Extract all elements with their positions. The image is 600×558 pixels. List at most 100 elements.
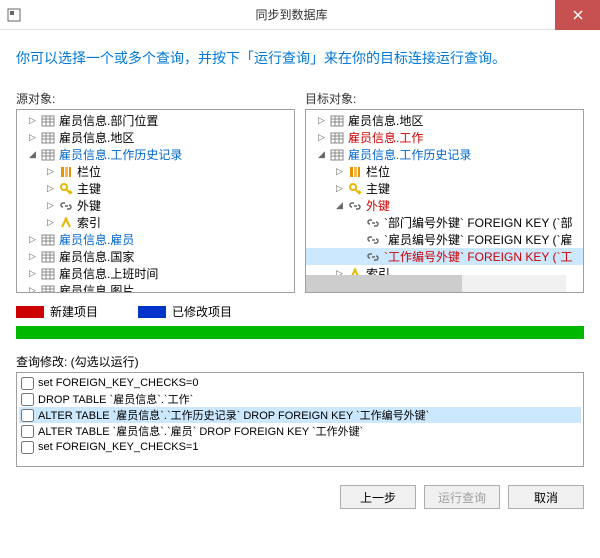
tree-item[interactable]: ▷ 雇员信息.雇员 [17,231,294,248]
tree-item-label: 索引 [77,214,101,231]
tree-item[interactable]: ▷ 雇员信息.地区 [17,129,294,146]
target-tree[interactable]: ▷雇员信息.地区▷雇员信息.工作◢雇员信息.工作历史记录▷栏位▷主键◢外键`部门… [305,109,584,293]
target-label: 目标对象: [305,90,584,107]
tree-item[interactable]: ▷ 索引 [17,214,294,231]
tree-item[interactable]: ▷雇员信息.部门位置 [17,112,294,129]
tree-item-label: 雇员信息.国家 [59,248,134,265]
table-icon [40,266,56,282]
expander-icon[interactable]: ▷ [27,132,38,143]
tree-item-label: 雇员信息.地区 [59,129,134,146]
tree-item-label: 雇员信息.雇员 [59,231,134,248]
table-icon [329,147,345,163]
table-icon [40,232,56,248]
tree-item-label: `工作编号外键` FOREIGN KEY (`工 [384,248,572,265]
tree-item[interactable]: ◢ 雇员信息.工作历史记录 [17,146,294,163]
expander-icon[interactable]: ◢ [27,149,38,160]
tree-item[interactable]: ▷ 雇员信息.上班时间 [17,265,294,282]
tree-item[interactable]: ▷外键 [17,197,294,214]
tree-item[interactable]: ▷ 雇员信息.国家 [17,248,294,265]
tree-item[interactable]: `雇员编号外键` FOREIGN KEY (`雇 [306,231,583,248]
fk-icon [365,249,381,265]
tree-item[interactable]: ▷雇员信息.图片 [17,282,294,293]
expander-icon[interactable]: ▷ [316,115,327,126]
query-checkbox[interactable] [21,441,34,454]
horizontal-scrollbar[interactable] [306,275,566,292]
tree-item[interactable]: ◢ 雇员信息.工作历史记录 [306,146,583,163]
close-button[interactable] [555,0,600,30]
query-row[interactable]: ALTER TABLE `雇员信息`.`雇员` DROP FOREIGN KEY… [19,423,581,439]
query-row[interactable]: ALTER TABLE `雇员信息`.`工作历史记录` DROP FOREIGN… [19,407,581,423]
instruction-text: 你可以选择一个或多个查询，并按下「运行查询」来在你的目标连接运行查询。 [0,30,600,90]
expander-icon[interactable]: ▷ [316,132,327,143]
source-label: 源对象: [16,90,295,107]
cancel-button[interactable]: 取消 [508,485,584,509]
tree-item[interactable]: `部门编号外键` FOREIGN KEY (`部 [306,214,583,231]
key-icon [347,181,363,197]
tree-item-label: 雇员信息.工作历史记录 [59,146,182,163]
tree-item-label: 栏位 [366,163,390,180]
expander-icon[interactable]: ▷ [45,217,56,228]
legend: 新建项目 已修改项目 [0,293,600,326]
tree-item-label: 主键 [366,180,390,197]
query-checkbox[interactable] [21,393,34,406]
tree-item-label: 栏位 [77,163,101,180]
tree-item-label: 外键 [366,197,390,214]
query-row[interactable]: set FOREIGN_KEY_CHECKS=0 [19,375,581,391]
run-query-button[interactable]: 运行查询 [424,485,500,509]
expander-icon[interactable]: ▷ [27,234,38,245]
tree-item-label: 雇员信息.上班时间 [59,265,158,282]
fk-icon [347,198,363,214]
table-icon [40,147,56,163]
tree-item[interactable]: ▷ 主键 [17,180,294,197]
tree-item[interactable]: ▷ 主键 [306,180,583,197]
expander-icon[interactable]: ◢ [316,149,327,160]
table-icon [40,113,56,129]
tree-item-label: 主键 [77,180,101,197]
tree-item-label: `雇员编号外键` FOREIGN KEY (`雇 [384,231,572,248]
query-row[interactable]: DROP TABLE `雇员信息`.`工作` [19,391,581,407]
fk-icon [365,215,381,231]
expander-icon[interactable]: ▷ [334,166,345,177]
window-title: 同步到数据库 [28,6,555,23]
expander-icon[interactable]: ◢ [334,200,345,211]
app-icon [6,7,22,23]
tree-item[interactable]: `工作编号外键` FOREIGN KEY (`工 [306,248,583,265]
query-text: ALTER TABLE `雇员信息`.`工作历史记录` DROP FOREIGN… [38,407,429,423]
tree-item-label: 雇员信息.地区 [348,112,423,129]
tree-item[interactable]: ▷ 雇员信息.工作 [306,129,583,146]
col-icon [58,164,74,180]
tree-item-label: `部门编号外键` FOREIGN KEY (`部 [384,214,572,231]
expander-icon[interactable]: ▷ [45,183,56,194]
back-button[interactable]: 上一步 [340,485,416,509]
tree-item[interactable]: ▷ 栏位 [306,163,583,180]
query-checkbox[interactable] [21,377,34,390]
table-icon [40,249,56,265]
tree-item-label: 雇员信息.工作 [348,129,423,146]
queries-label: 查询修改: (勾选以运行) [0,339,600,372]
expander-icon[interactable]: ▷ [27,268,38,279]
expander-icon[interactable]: ▷ [27,251,38,262]
tree-item[interactable]: ▷ 栏位 [17,163,294,180]
legend-modified-swatch [138,306,166,318]
query-checkbox[interactable] [21,409,34,422]
expander-icon[interactable]: ▷ [27,285,38,293]
col-icon [347,164,363,180]
titlebar: 同步到数据库 [0,0,600,30]
queries-list[interactable]: set FOREIGN_KEY_CHECKS=0 DROP TABLE `雇员信息… [16,372,584,467]
expander-icon[interactable]: ▷ [334,183,345,194]
tree-item[interactable]: ▷ 雇员信息.地区 [306,112,583,129]
progress-bar [16,326,584,339]
query-checkbox[interactable] [21,425,34,438]
expander-icon[interactable]: ▷ [45,200,56,211]
query-row[interactable]: set FOREIGN_KEY_CHECKS=1 [19,439,581,455]
query-text: set FOREIGN_KEY_CHECKS=0 [38,377,198,389]
tree-item-label: 雇员信息.工作历史记录 [348,146,471,163]
query-text: ALTER TABLE `雇员信息`.`雇员` DROP FOREIGN KEY… [38,423,363,439]
legend-modified-label: 已修改项目 [172,303,232,320]
tree-item[interactable]: ◢ 外键 [306,197,583,214]
source-tree[interactable]: ▷雇员信息.部门位置▷雇员信息.地区◢雇员信息.工作历史记录▷栏位▷主键▷外键▷… [16,109,295,293]
table-icon [40,130,56,146]
expander-icon[interactable]: ▷ [27,115,38,126]
expander-icon[interactable]: ▷ [45,166,56,177]
fk-icon [58,198,74,214]
